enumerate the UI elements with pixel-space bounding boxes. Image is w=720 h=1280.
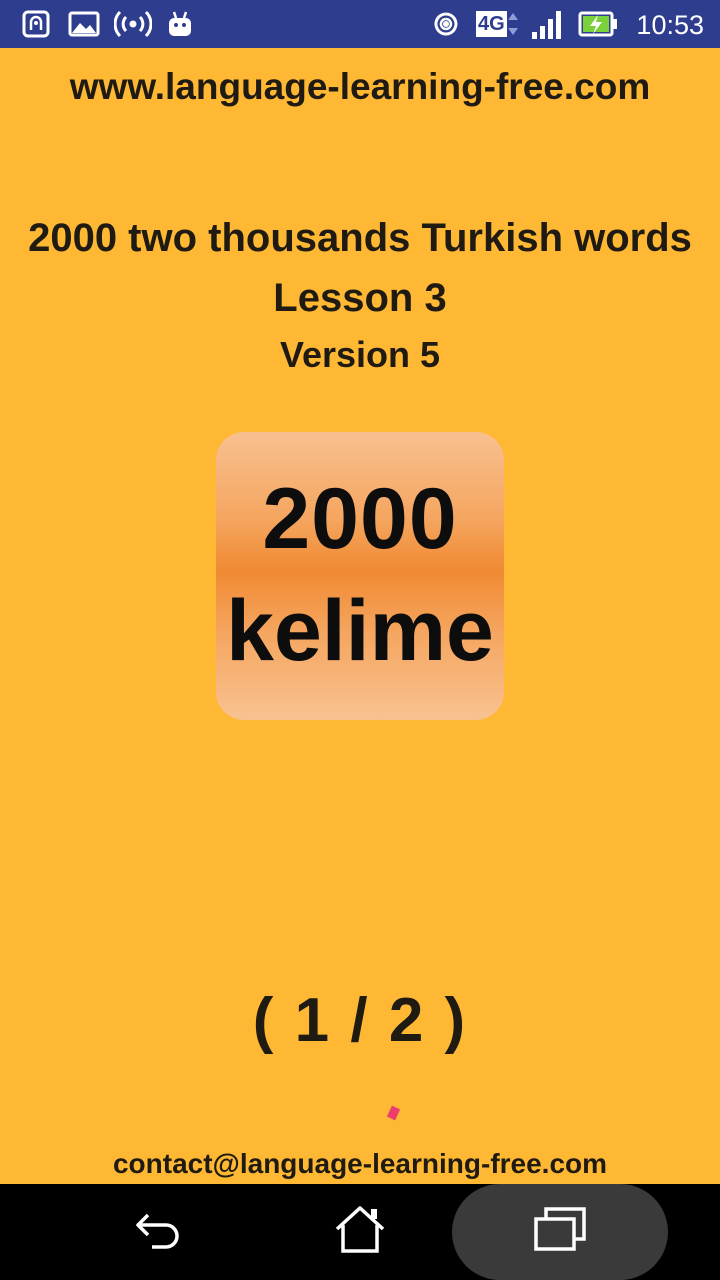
clock: 10:53 <box>636 10 704 40</box>
network-4g-icon: 4G <box>476 8 519 40</box>
app-logo: 2000 kelime <box>216 432 504 720</box>
status-bar: 4G 10:53 <box>0 0 720 48</box>
logo-word: kelime <box>226 583 494 679</box>
network-label: 4G <box>476 11 507 37</box>
android-icon <box>166 8 194 40</box>
nfc-icon <box>22 8 50 40</box>
website-url[interactable]: www.language-learning-free.com <box>0 66 720 108</box>
home-icon <box>333 1205 387 1260</box>
battery-charging-icon <box>578 8 618 40</box>
back-button[interactable] <box>110 1184 210 1280</box>
back-icon <box>134 1207 186 1258</box>
page-indicator: ( 1 / 2 ) <box>252 986 468 1055</box>
contact-email[interactable]: contact@language-learning-free.com <box>0 1148 720 1180</box>
version-label: Version 5 <box>279 334 441 375</box>
logo-number: 2000 <box>262 471 458 567</box>
navigation-bar <box>0 1184 720 1280</box>
gallery-icon <box>68 8 100 40</box>
signal-icon <box>530 8 566 40</box>
home-button[interactable] <box>310 1184 410 1280</box>
wireless-icon <box>430 8 462 40</box>
recents-icon <box>532 1206 588 1258</box>
lesson-label: Lesson 3 <box>273 276 447 320</box>
recents-button[interactable] <box>510 1184 610 1280</box>
page-title: 2000 two thousands Turkish words <box>28 216 692 260</box>
hotspot-icon <box>114 8 152 40</box>
loading-spark <box>386 1105 401 1121</box>
